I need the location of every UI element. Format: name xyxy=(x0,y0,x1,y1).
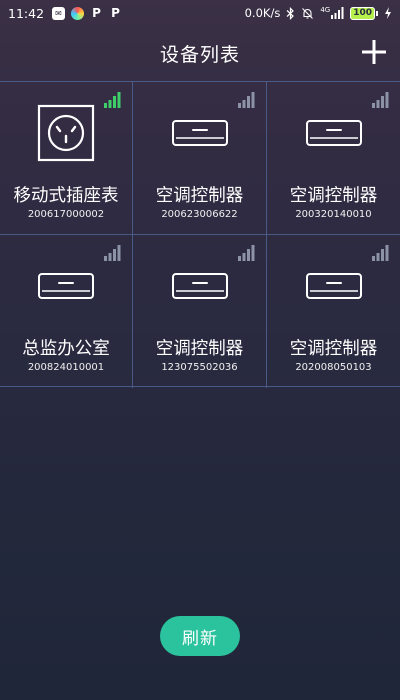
app-header: 设备列表 xyxy=(0,26,400,80)
signal-strength-icon xyxy=(104,245,121,261)
status-time: 11:42 xyxy=(8,5,45,21)
battery-level: 100 xyxy=(350,6,375,20)
device-name: 空调控制器 xyxy=(155,339,244,359)
message-app-icon: ✉ xyxy=(52,6,66,20)
battery-icon: 100 xyxy=(350,6,378,20)
device-id: 202008050103 xyxy=(295,362,372,373)
device-card[interactable]: 空调控制器 200320140010 xyxy=(267,82,400,235)
signal-strength-icon xyxy=(104,92,121,108)
device-card[interactable]: 空调控制器 200623006622 xyxy=(133,82,267,235)
mute-bell-icon xyxy=(302,7,314,19)
device-card[interactable]: 空调控制器 202008050103 xyxy=(267,235,400,388)
status-bar-right: 0.0K/s 4G 100 xyxy=(245,6,392,20)
refresh-button-label: 刷新 xyxy=(182,628,218,649)
device-card[interactable]: 总监办公室 200824010001 xyxy=(0,235,133,388)
signal-strength-icon xyxy=(372,92,389,108)
plus-icon xyxy=(362,40,386,64)
power-socket-icon xyxy=(37,104,95,162)
status-bar: 11:42 ✉ P P 0.0K/s 4G 100 xyxy=(0,0,400,26)
network-speed: 0.0K/s xyxy=(244,6,281,20)
device-name: 空调控制器 xyxy=(289,339,378,359)
signal-strength-icon xyxy=(238,245,255,261)
device-id: 200824010001 xyxy=(27,362,105,373)
air-conditioner-icon xyxy=(171,273,228,299)
refresh-button[interactable]: 刷新 xyxy=(160,616,240,656)
add-device-button[interactable] xyxy=(360,38,388,66)
device-id: 200320140010 xyxy=(295,209,372,220)
air-conditioner-icon xyxy=(305,273,362,299)
device-id: 200623006622 xyxy=(161,209,238,220)
signal-strength-icon xyxy=(238,92,255,108)
device-card[interactable]: 空调控制器 123075502036 xyxy=(133,235,267,388)
air-conditioner-icon xyxy=(305,120,362,146)
air-conditioner-icon xyxy=(171,120,228,146)
device-name: 空调控制器 xyxy=(289,186,378,206)
status-bar-left: 11:42 ✉ P P xyxy=(8,6,122,21)
device-grid: 移动式插座表 200617000002 空调控制器 200623006622 空调控… xyxy=(0,81,400,388)
device-id: 200617000002 xyxy=(27,209,105,220)
p-app-icon-2: P xyxy=(111,6,120,20)
network-type: 4G xyxy=(320,6,331,14)
air-conditioner-icon xyxy=(38,273,94,299)
device-name: 总监办公室 xyxy=(22,339,110,359)
cellular-signal-icon: 4G xyxy=(320,7,344,19)
device-name: 移动式插座表 xyxy=(13,186,119,206)
signal-strength-icon xyxy=(372,245,389,261)
device-name: 空调控制器 xyxy=(155,186,244,206)
page-title: 设备列表 xyxy=(159,43,240,66)
p-app-icon: P xyxy=(92,6,101,20)
device-card[interactable]: 移动式插座表 200617000002 xyxy=(0,82,133,235)
color-app-icon xyxy=(71,6,85,20)
device-id: 123075502036 xyxy=(161,362,238,373)
charging-icon xyxy=(385,7,391,19)
bluetooth-icon xyxy=(286,6,295,20)
